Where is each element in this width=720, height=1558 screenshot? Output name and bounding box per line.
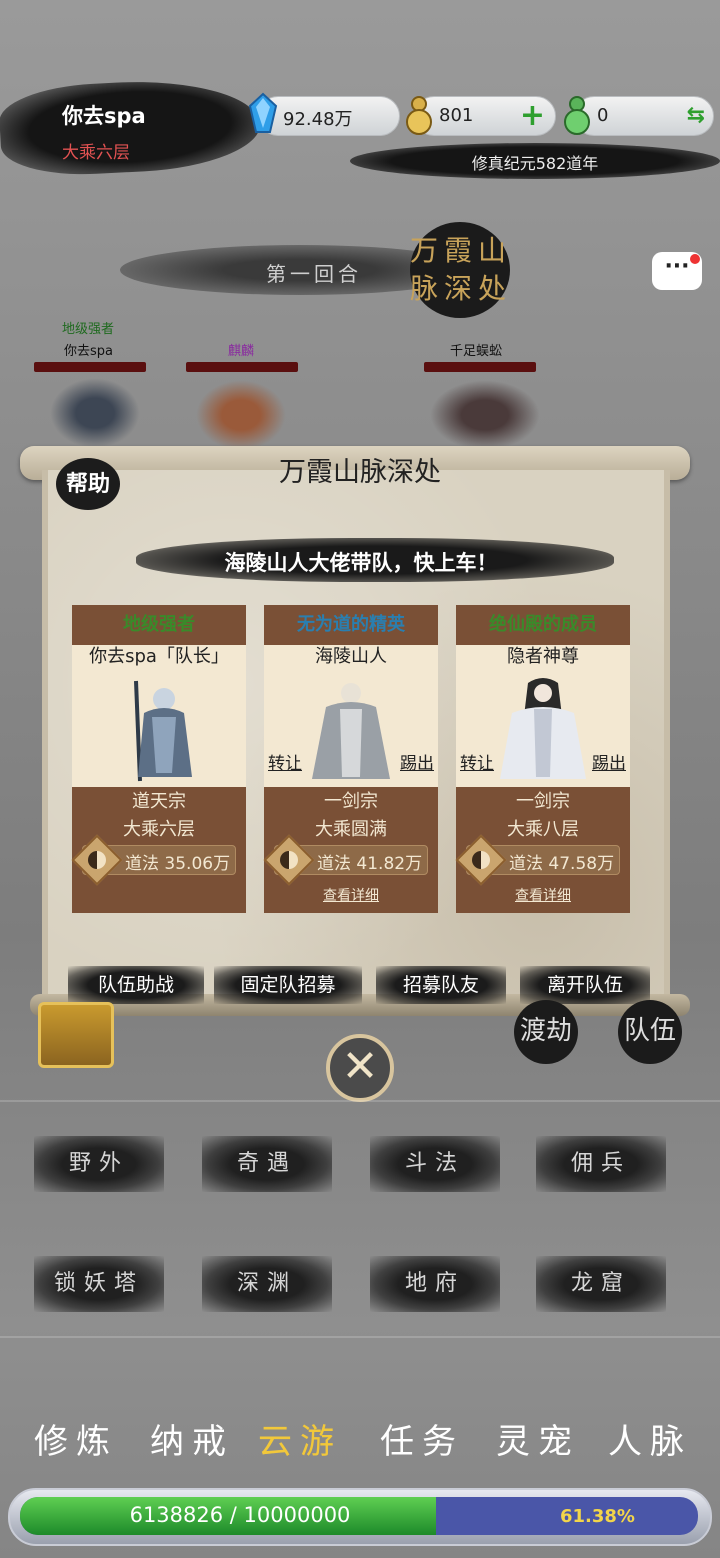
era-label: 修真纪元582道年 — [471, 154, 599, 173]
help-button[interactable]: 帮助 — [56, 458, 120, 510]
kick-member-link[interactable]: 踢出 — [400, 749, 434, 774]
unit-hp-bar — [34, 362, 146, 372]
nav-contacts[interactable]: 人脉 — [608, 1414, 692, 1463]
member-sect: 道天宗 — [132, 791, 186, 812]
area-wild[interactable]: 野外 — [34, 1136, 164, 1192]
view-detail-link[interactable]: 查看详细 — [456, 885, 630, 905]
tribulation-button[interactable]: 渡劫 — [514, 1000, 578, 1064]
unit-title: 地级强者 — [62, 322, 115, 337]
nav-ring[interactable]: 纳戒 — [150, 1414, 234, 1463]
unit-hp-bar — [424, 362, 536, 372]
yin-yang-icon — [455, 834, 507, 886]
centipede-sprite — [430, 380, 540, 450]
member-card: 无为道的精英 海陵山人 转让 踢出 一剑宗 大乘圆满 道法 41.82万 查看详… — [263, 605, 438, 913]
round-label: 第一回合 — [266, 262, 362, 286]
member-tag: 绝仙殿的成员 — [489, 614, 597, 635]
unit-hp-bar — [186, 362, 298, 372]
blue-crystal-icon — [248, 92, 278, 133]
player-name: 你去spa — [62, 104, 146, 128]
kick-member-link[interactable]: 踢出 — [592, 749, 626, 774]
member-tag: 无为道的精英 — [297, 614, 405, 635]
close-icon[interactable]: ✕ — [326, 1034, 394, 1102]
qilin-sprite — [196, 380, 286, 450]
nav-pets[interactable]: 灵宠 — [496, 1414, 580, 1463]
yin-yang-icon — [71, 834, 123, 886]
crystal-resource: 92.48万 — [258, 96, 400, 136]
divider — [0, 1100, 720, 1102]
player-sprite — [50, 378, 140, 448]
divider — [0, 1336, 720, 1338]
member-portrait — [312, 683, 390, 779]
area-duel[interactable]: 斗法 — [370, 1136, 500, 1192]
dao-value: 道法 35.06万 — [125, 854, 231, 874]
gold-resource: 801 + — [414, 96, 556, 136]
exp-value: 6138826 / 10000000 — [129, 1503, 351, 1527]
gold-gourd-icon — [406, 96, 432, 135]
member-tag: 地级强者 — [123, 614, 195, 635]
unit-name: 你去spa — [64, 344, 113, 359]
member-sect: 一剑宗 — [324, 791, 378, 812]
jade-gourd-icon — [564, 96, 590, 135]
area-encounter[interactable]: 奇遇 — [202, 1136, 332, 1192]
gold-value: 801 — [439, 105, 474, 126]
location-label: 万霞山脉深处 — [409, 234, 512, 305]
jade-resource: 0 ⇆ — [574, 96, 714, 136]
transfer-leader-link[interactable]: 转让 — [460, 749, 494, 774]
area-demon-tower[interactable]: 锁妖塔 — [34, 1256, 164, 1312]
team-slogan: 海陵山人大佬带队，快上车！ — [224, 551, 498, 575]
dao-power: 道法 35.06万 — [71, 834, 236, 886]
area-mercenary[interactable]: 佣兵 — [536, 1136, 666, 1192]
dao-power: 道法 47.58万 — [455, 834, 620, 886]
jade-value: 0 — [597, 105, 609, 126]
plus-icon[interactable]: + — [520, 99, 545, 133]
unit-name: 千足蜈蚣 — [450, 344, 503, 359]
leave-team-button[interactable]: 离开队伍 — [520, 966, 650, 1004]
nav-travel[interactable]: 云游 — [258, 1414, 342, 1463]
notification-dot — [690, 254, 700, 264]
dao-value: 道法 41.82万 — [317, 854, 423, 874]
unit-name: 麒麟 — [228, 344, 255, 359]
member-sect: 一剑宗 — [516, 791, 570, 812]
exp-percent: 61.38% — [560, 1506, 635, 1527]
member-name: 海陵山人 — [315, 646, 387, 667]
nav-cultivate[interactable]: 修炼 — [34, 1414, 118, 1463]
dao-value: 道法 47.58万 — [509, 854, 615, 874]
player-realm: 大乘六层 — [62, 143, 130, 163]
team-assist-button[interactable]: 队伍助战 — [68, 966, 204, 1004]
member-card: 绝仙殿的成员 隐者神尊 转让 踢出 一剑宗 大乘八层 道法 47.58万 查看详… — [455, 605, 630, 913]
member-card-leader: 地级强者 你去spa「队长」 道天宗 大乘六层 道法 35.06万 — [71, 605, 246, 913]
area-abyss[interactable]: 深渊 — [202, 1256, 332, 1312]
fixed-team-recruit-button[interactable]: 固定队招募 — [214, 966, 362, 1004]
member-portrait — [134, 680, 192, 782]
member-name: 隐者神尊 — [507, 646, 579, 667]
team-button[interactable]: 队伍 — [618, 1000, 682, 1064]
recruit-teammate-button[interactable]: 招募队友 — [376, 966, 506, 1004]
transfer-leader-link[interactable]: 转让 — [268, 749, 302, 774]
nav-tasks[interactable]: 任务 — [380, 1414, 464, 1463]
view-detail-link[interactable]: 查看详细 — [264, 885, 438, 905]
member-portrait — [500, 678, 586, 779]
area-dragon-lair[interactable]: 龙窟 — [536, 1256, 666, 1312]
dao-power: 道法 41.82万 — [263, 834, 428, 886]
area-underworld[interactable]: 地府 — [370, 1256, 500, 1312]
yin-yang-icon — [263, 834, 315, 886]
treasure-chest-icon[interactable] — [38, 1002, 114, 1068]
swap-icon[interactable]: ⇆ — [687, 103, 705, 128]
member-name: 你去spa「队长」 — [89, 646, 229, 667]
crystal-value: 92.48万 — [283, 109, 353, 130]
